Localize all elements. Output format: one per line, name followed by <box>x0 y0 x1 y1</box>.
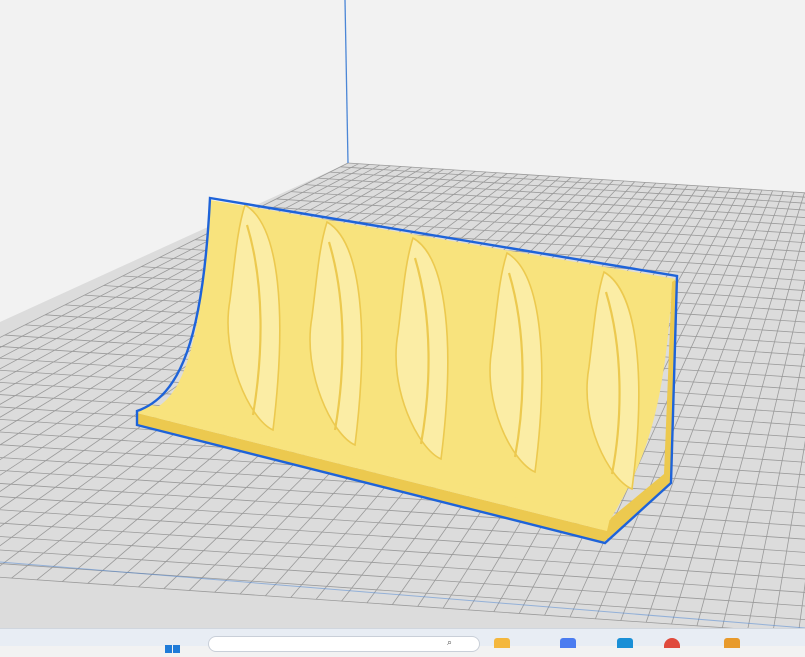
windows-taskbar: ⌕ <box>0 628 805 653</box>
build-plate-viewport[interactable] <box>0 0 805 628</box>
edge-icon[interactable] <box>617 638 633 648</box>
z-axis-line <box>344 0 349 164</box>
folder-icon[interactable] <box>494 638 510 648</box>
scene <box>0 0 805 628</box>
search-icon[interactable]: ⌕ <box>447 638 452 648</box>
taskbar-search-input[interactable] <box>208 636 480 652</box>
chrome-icon[interactable] <box>664 638 680 648</box>
store-icon[interactable] <box>560 638 576 648</box>
slicer-app-icon[interactable] <box>724 638 740 648</box>
